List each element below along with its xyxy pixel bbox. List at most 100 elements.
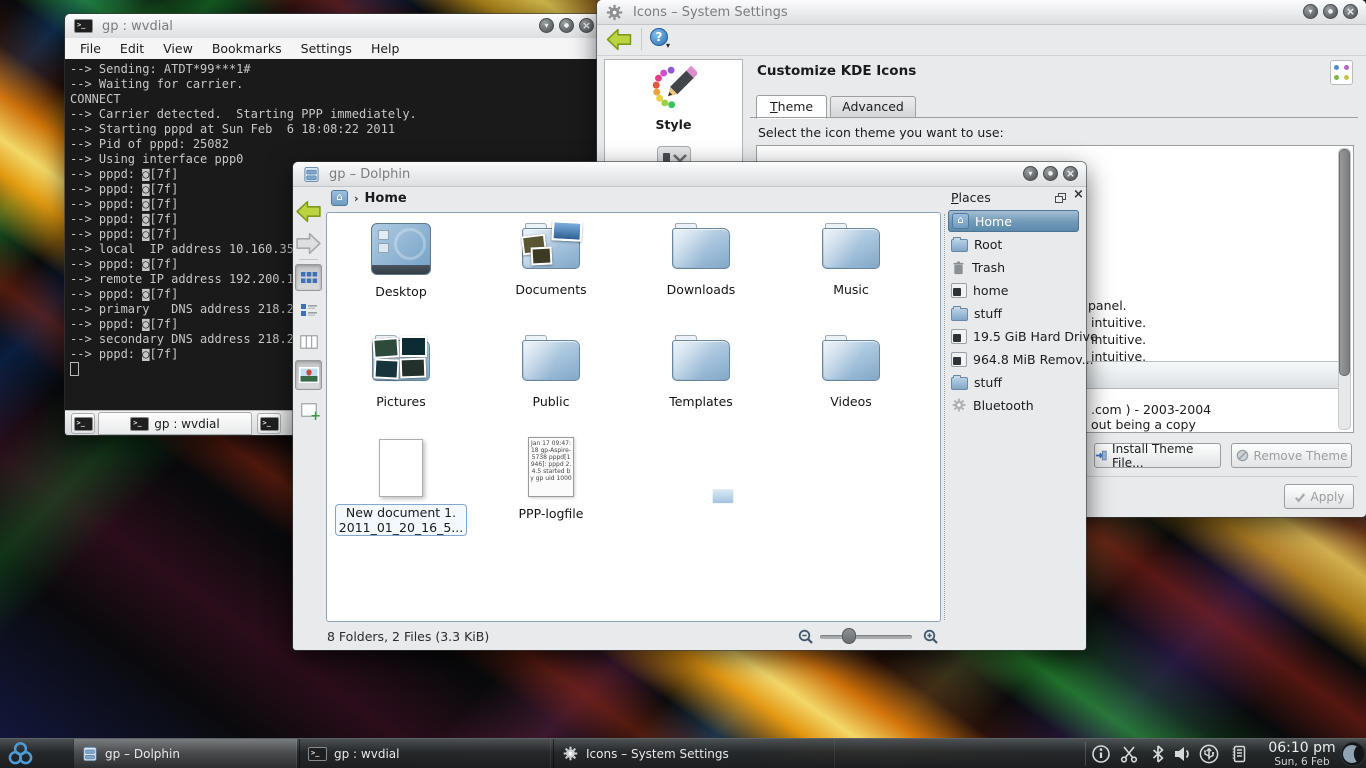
item-downloads[interactable]: Downloads	[626, 223, 776, 297]
minimize-button[interactable]: ▾	[1303, 4, 1318, 19]
close-panel-icon[interactable]: ×	[1073, 187, 1084, 202]
item-documents[interactable]: Documents	[476, 223, 626, 297]
install-theme-button[interactable]: Install Theme File...	[1094, 443, 1221, 468]
icon-sizes-widget[interactable]	[1330, 60, 1353, 85]
zoom-out-button[interactable]	[798, 629, 813, 644]
item-pictures[interactable]: Pictures	[326, 335, 476, 409]
text-file-icon: Jan 17 09:47:18 gp-Aspire-5738 pppd[1946…	[528, 437, 574, 497]
maximize-button[interactable]: ●	[1043, 166, 1058, 181]
breadcrumb-home[interactable]: Home	[365, 191, 407, 206]
menu-file[interactable]: File	[80, 41, 101, 56]
task-konsole[interactable]: >_ gp : wvdial	[299, 739, 551, 768]
back-button[interactable]	[605, 27, 633, 52]
folder-icon	[951, 308, 968, 321]
task-label: gp – Dolphin	[105, 747, 180, 761]
selected-item-label: New document 1. 2011_01_20_16_5...	[335, 504, 467, 536]
style-pencil-icon	[651, 65, 697, 111]
usb-device-notifier-icon[interactable]	[1199, 744, 1219, 764]
tab-list-button[interactable]: >_	[257, 413, 281, 434]
menu-view[interactable]: View	[163, 41, 193, 56]
back-button[interactable]	[295, 198, 322, 225]
info-tray-icon[interactable]	[1091, 744, 1111, 764]
maximize-button[interactable]: ●	[1323, 4, 1338, 19]
place-removable[interactable]: 964.8 MiB Remov...	[948, 348, 1079, 370]
zoom-slider-handle[interactable]	[842, 628, 856, 644]
place-root[interactable]: Root	[948, 233, 1079, 255]
panel-resize-handle[interactable]	[944, 214, 945, 620]
place-label: stuff	[974, 306, 1002, 321]
zoom-in-button[interactable]	[923, 629, 938, 644]
close-button[interactable]: ×	[579, 18, 594, 33]
klipper-scissors-icon[interactable]	[1119, 744, 1139, 764]
place-label: stuff	[974, 375, 1002, 390]
new-tab-button[interactable]: >_	[71, 413, 95, 434]
place-trash[interactable]: Trash	[948, 256, 1079, 278]
menu-settings[interactable]: Settings	[301, 41, 352, 56]
sidebar-item-style[interactable]: Style	[605, 60, 742, 132]
volume-icon[interactable]	[1173, 744, 1193, 764]
details-view-button[interactable]	[295, 296, 322, 323]
apply-button: Apply	[1284, 484, 1354, 509]
tab-advanced[interactable]: Advanced	[830, 96, 916, 118]
minimize-button[interactable]: ▾	[539, 18, 554, 33]
dolphin-titlebar[interactable]: gp – Dolphin ▾ ● ×	[293, 162, 1086, 187]
place-stuff2[interactable]: stuff	[948, 371, 1079, 393]
place-label: home	[973, 283, 1008, 298]
item-videos[interactable]: Videos	[776, 335, 926, 409]
bluetooth-icon[interactable]	[1148, 744, 1168, 764]
item-templates[interactable]: Templates	[626, 335, 776, 409]
item-desktop[interactable]: Desktop	[326, 223, 476, 299]
konsole-titlebar[interactable]: >_ gp : wvdial ▾ ● ×	[65, 14, 602, 39]
menu-bookmarks[interactable]: Bookmarks	[212, 41, 282, 56]
minimize-button[interactable]: ▾	[1023, 166, 1038, 181]
postcard-thumbnail	[551, 220, 582, 242]
tab-theme[interactable]: Theme	[756, 95, 827, 119]
close-button[interactable]: ×	[1063, 166, 1078, 181]
maximize-button[interactable]: ●	[559, 18, 574, 33]
place-bluetooth[interactable]: Bluetooth	[948, 394, 1079, 416]
forward-button[interactable]	[295, 230, 322, 257]
place-label: 964.8 MiB Remov...	[973, 352, 1094, 367]
icons-view-icon	[300, 271, 318, 285]
preview-button[interactable]	[295, 360, 322, 390]
item-ppp-logfile[interactable]: Jan 17 09:47:18 gp-Aspire-5738 pppd[1946…	[476, 437, 626, 521]
place-home[interactable]: ⌂ Home	[948, 210, 1079, 232]
clock-widget[interactable]: 06:10 pm Sun, 6 Feb	[1266, 740, 1338, 768]
breadcrumb-sep-icon: ›	[354, 192, 359, 205]
columns-view-button[interactable]	[295, 328, 322, 355]
item-music[interactable]: Music	[776, 223, 926, 297]
place-hard-drive[interactable]: 19.5 GiB Hard Drive	[948, 325, 1079, 347]
zoom-slider-track[interactable]	[820, 635, 912, 639]
item-label: Documents	[476, 282, 626, 297]
help-caret-icon[interactable]: ▾	[666, 41, 670, 50]
settings-titlebar[interactable]: Icons – System Settings ▾ ● ×	[597, 0, 1366, 25]
close-button[interactable]: ×	[1343, 4, 1358, 19]
terminal-line: --> Waiting for carrier.	[70, 77, 602, 92]
photo-thumbnail	[400, 336, 427, 357]
icons-view-button[interactable]	[295, 264, 322, 291]
detach-panel-icon[interactable]	[1055, 193, 1066, 203]
scrollbar-thumb[interactable]	[1339, 149, 1350, 376]
task-system-settings[interactable]: Icons – System Settings	[553, 739, 835, 768]
place-home-partition[interactable]: home	[948, 279, 1079, 301]
notepad-tray-icon[interactable]	[1229, 744, 1249, 764]
menu-edit[interactable]: Edit	[120, 41, 144, 56]
import-icon	[1095, 449, 1107, 462]
terminal-tab[interactable]: >_ gp : wvdial	[98, 412, 252, 435]
scrollbar[interactable]	[1338, 148, 1351, 430]
place-stuff[interactable]: stuff	[948, 302, 1079, 324]
app-launcher-button[interactable]	[7, 740, 34, 767]
menu-help[interactable]: Help	[371, 41, 400, 56]
photo-thumbnail	[373, 358, 399, 379]
theme-row-fragment: intuitive.	[1091, 332, 1146, 347]
dot-icon	[1334, 75, 1339, 80]
folder-view[interactable]: Desktop Documents Downloads Music	[326, 212, 941, 622]
documents-folder-icon	[522, 223, 580, 269]
task-dolphin[interactable]: gp – Dolphin	[73, 739, 297, 768]
breadcrumb[interactable]: ⌂ › Home	[331, 190, 407, 206]
split-view-button[interactable]: +	[295, 396, 322, 423]
item-new-document[interactable]: New document 1. 2011_01_20_16_5...	[326, 439, 476, 536]
plasma-cashew-icon[interactable]	[1340, 741, 1366, 767]
item-public[interactable]: Public	[476, 335, 626, 409]
install-theme-label: Install Theme File...	[1112, 442, 1220, 470]
